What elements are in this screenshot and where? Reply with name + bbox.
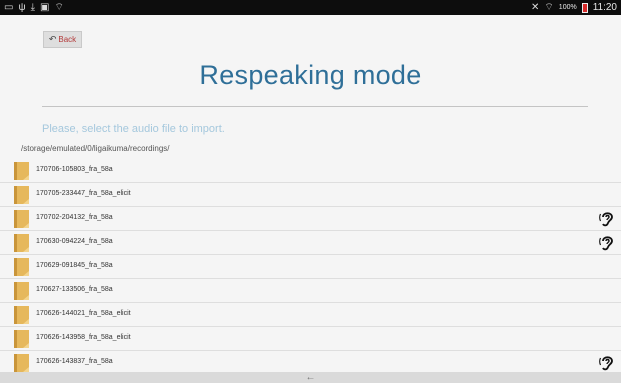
- mute-icon: ✕: [531, 1, 540, 13]
- file-name: 170627-133506_fra_58a: [36, 286, 113, 293]
- battery-icon: [581, 2, 588, 13]
- wifi-icon: ⌔: [544, 1, 554, 13]
- usb-icon: ψ: [18, 1, 26, 13]
- current-path: /storage/emulated/0/ligaikuma/recordings…: [21, 144, 170, 153]
- file-row[interactable]: 170626-144021_fra_58a_elicit: [0, 303, 621, 327]
- navigation-bar: ←: [0, 372, 621, 383]
- status-bar: ▭ ψ ⤓ ▣ ⌔ ✕ ⌔ 100% 11:20: [0, 0, 621, 15]
- battery-percent: 100%: [558, 4, 577, 11]
- cast-icon: ▭: [4, 1, 14, 13]
- folder-icon: [14, 186, 29, 204]
- clock: 11:20: [592, 2, 617, 13]
- undo-arrow-icon: ↶: [48, 34, 57, 44]
- folder-icon: [14, 354, 29, 372]
- file-name: 170626-143837_fra_58a: [36, 358, 113, 365]
- nav-back-icon[interactable]: ←: [306, 372, 316, 383]
- file-row[interactable]: 170626-143958_fra_58a_elicit: [0, 327, 621, 351]
- ear-icon[interactable]: [599, 354, 615, 372]
- file-name: 170626-143958_fra_58a_elicit: [36, 334, 131, 341]
- folder-icon: [14, 234, 29, 252]
- file-row[interactable]: 170706-105803_fra_58a: [0, 159, 621, 183]
- back-button[interactable]: ↶ Back: [43, 31, 82, 48]
- folder-icon: [14, 282, 29, 300]
- file-row[interactable]: 170627-133506_fra_58a: [0, 279, 621, 303]
- file-row[interactable]: 170630-094224_fra_58a: [0, 231, 621, 255]
- file-name: 170705-233447_fra_58a_elicit: [36, 190, 131, 197]
- back-button-label: Back: [58, 35, 77, 44]
- title-divider: [42, 106, 588, 107]
- status-left-icons: ▭ ψ ⤓ ▣ ⌔: [4, 1, 64, 13]
- wifi-icon: ⌔: [54, 1, 64, 13]
- file-name: 170629-091845_fra_58a: [36, 262, 113, 269]
- file-row[interactable]: 170702-204132_fra_58a: [0, 207, 621, 231]
- file-name: 170702-204132_fra_58a: [36, 214, 113, 221]
- folder-icon: [14, 162, 29, 180]
- folder-icon: [14, 306, 29, 324]
- folder-icon: [14, 330, 29, 348]
- file-name: 170706-105803_fra_58a: [36, 166, 113, 173]
- ear-icon[interactable]: [599, 210, 615, 228]
- ear-icon[interactable]: [599, 234, 615, 252]
- file-list[interactable]: 170706-105803_fra_58a 170705-233447_fra_5…: [0, 159, 621, 372]
- file-name: 170630-094224_fra_58a: [36, 238, 113, 245]
- file-name: 170626-144021_fra_58a_elicit: [36, 310, 131, 317]
- file-row[interactable]: 170629-091845_fra_58a: [0, 255, 621, 279]
- image-icon: ▣: [40, 1, 50, 13]
- download-icon: ⤓: [30, 1, 36, 13]
- folder-icon: [14, 210, 29, 228]
- file-row[interactable]: 170705-233447_fra_58a_elicit: [0, 183, 621, 207]
- file-row[interactable]: 170626-143837_fra_58a: [0, 351, 621, 372]
- status-right-icons: ✕ ⌔ 100% 11:20: [531, 2, 617, 13]
- instruction-text: Please, select the audio file to import.: [42, 123, 225, 135]
- folder-icon: [14, 258, 29, 276]
- page-title: Respeaking mode: [199, 60, 422, 90]
